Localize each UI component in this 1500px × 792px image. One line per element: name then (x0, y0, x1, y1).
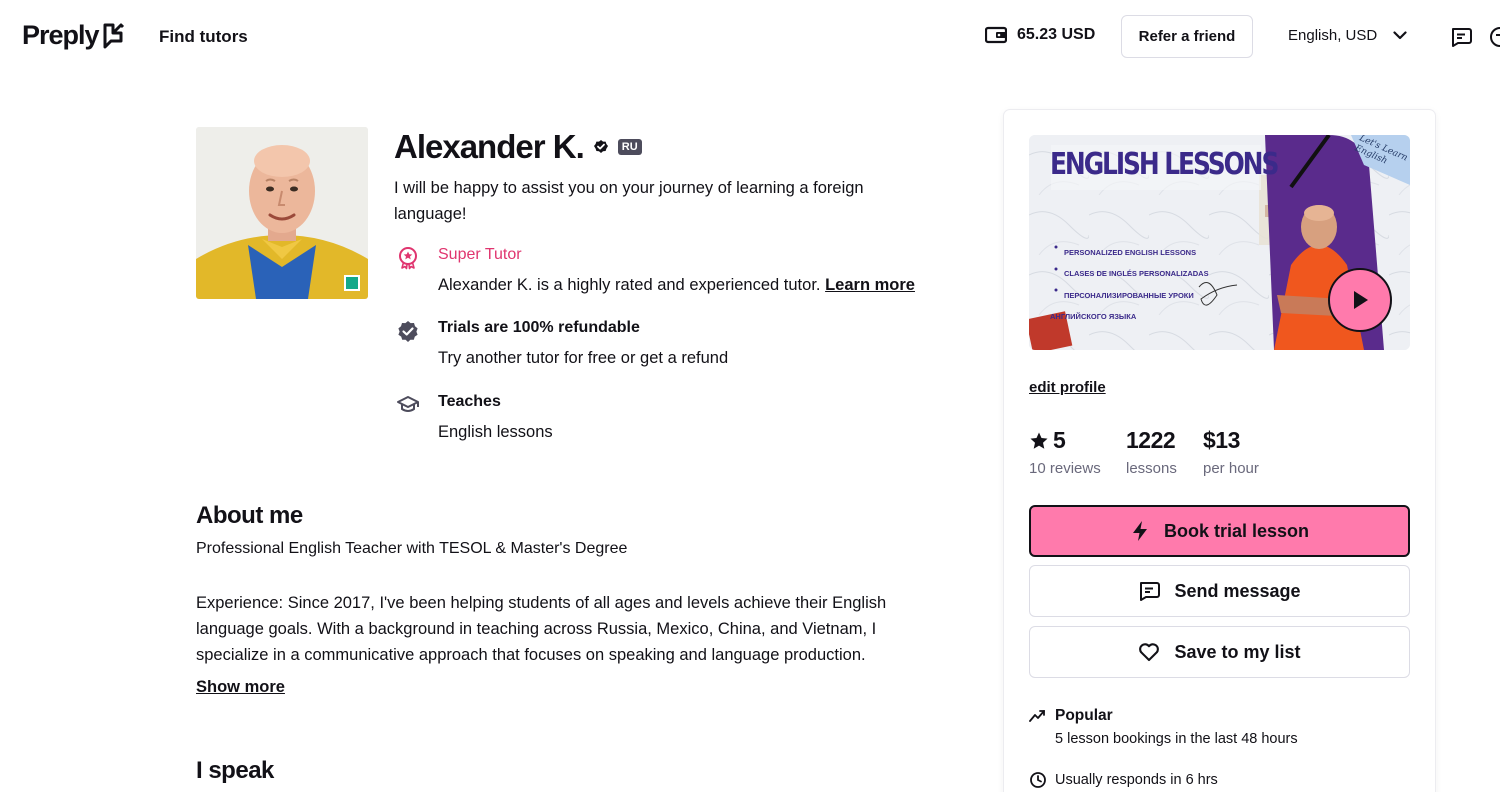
show-more-link[interactable]: Show more (196, 678, 285, 697)
video-heading: ENGLISH LESSONS (1050, 147, 1279, 182)
video-bullet: ПЕРСОНАЛИЗИРОВАННЫЕ УРОКИ (1064, 290, 1194, 300)
response-time-text: Usually responds in 6 hrs (1055, 772, 1218, 788)
preply-logo[interactable]: Preply (22, 20, 127, 51)
balance-amount: 65.23 USD (1017, 26, 1096, 43)
country-badge: RU (617, 139, 642, 155)
popular-info: Popular 5 lesson bookings in the last 48… (1029, 707, 1298, 747)
popular-desc: 5 lesson bookings in the last 48 hours (1055, 731, 1298, 747)
balance-display[interactable]: 65.23 USD (985, 26, 1095, 44)
super-tutor-desc-text: Alexander K. is a highly rated and exper… (438, 276, 821, 294)
rating-value: 5 (1053, 427, 1066, 453)
reviews-count: 10 reviews (1029, 460, 1101, 477)
about-subtitle: Professional English Teacher with TESOL … (196, 540, 628, 557)
teaches-desc: English lessons (438, 423, 553, 441)
tutor-headline: I will be happy to assist you on your jo… (394, 179, 864, 223)
wallet-icon (985, 26, 1007, 44)
book-trial-label: Book trial lesson (1163, 520, 1310, 541)
teaches-title: Teaches (438, 393, 501, 410)
play-button[interactable] (1328, 268, 1392, 332)
star-icon (1030, 432, 1048, 449)
video-bullet: CLASES DE INGLÉS PERSONALIZADAS (1064, 269, 1209, 279)
refundable-desc: Try another tutor for free or get a refu… (438, 349, 729, 367)
save-to-list-button[interactable]: Save to my list (1029, 626, 1410, 678)
video-bullet-list: PERSONALIZED ENGLISH LESSONS CLASES DE I… (1050, 242, 1209, 327)
popular-title: Popular (1055, 707, 1113, 724)
about-body: Experience: Since 2017, I've been helpin… (196, 594, 887, 664)
languages-title: I speak (196, 757, 274, 784)
message-icon (1140, 582, 1161, 601)
logo-text: Preply (22, 20, 100, 50)
booking-card: ENGLISH LESSONS Let's Learn English PERS… (1004, 110, 1435, 792)
send-message-label: Send message (1174, 580, 1301, 601)
nav-find-tutors[interactable]: Find tutors (159, 27, 248, 47)
rating-stat[interactable]: 5 10 reviews (1029, 427, 1101, 477)
lessons-label: lessons (1126, 460, 1177, 477)
tutor-name: Alexander K. (394, 128, 585, 165)
intro-video[interactable]: ENGLISH LESSONS Let's Learn English PERS… (1029, 135, 1410, 350)
language-currency-select[interactable]: English, USD (1288, 27, 1407, 44)
video-bullet: АНГЛИЙСКОГО ЯЗЫКА (1050, 311, 1137, 321)
online-indicator (344, 275, 360, 291)
lessons-stat: 1222 lessons (1126, 427, 1177, 477)
tutor-photo (196, 127, 368, 299)
refer-friend-button[interactable]: Refer a friend (1121, 15, 1253, 58)
super-tutor-icon (399, 247, 417, 270)
shield-check-icon (398, 321, 418, 342)
edit-profile-link[interactable]: edit profile (1029, 379, 1106, 396)
verified-badge-icon (593, 140, 608, 153)
chevron-down-icon (1393, 31, 1407, 40)
trending-icon (1029, 710, 1045, 722)
price-stat: $13 per hour (1203, 427, 1259, 477)
book-trial-button[interactable]: Book trial lesson (1029, 505, 1410, 557)
language-currency-label: English, USD (1288, 27, 1378, 44)
lessons-value: 1222 (1126, 427, 1176, 453)
video-bullet: PERSONALIZED ENGLISH LESSONS (1064, 248, 1197, 257)
play-icon (1354, 291, 1368, 309)
send-message-button[interactable]: Send message (1029, 565, 1410, 617)
top-header: Preply Find tutors 65.23 USD Refer a fri… (0, 0, 1500, 74)
help-icon[interactable] (1489, 26, 1500, 48)
super-tutor-desc: Alexander K. is a highly rated and exper… (438, 276, 915, 295)
save-to-list-label: Save to my list (1174, 641, 1301, 662)
price-value: $13 (1203, 427, 1240, 453)
tutor-avatar (196, 127, 368, 299)
learn-more-link[interactable]: Learn more (825, 276, 915, 294)
tutor-name-row: Alexander K. RU (394, 128, 642, 166)
response-time-info: Usually responds in 6 hrs (1029, 771, 1218, 789)
heart-icon (1139, 643, 1160, 662)
logo-mark-icon (103, 23, 124, 48)
about-title: About me (196, 502, 303, 529)
price-label: per hour (1203, 460, 1259, 477)
lightning-icon (1132, 521, 1147, 541)
super-tutor-title: Super Tutor (438, 246, 522, 263)
clock-icon (1030, 772, 1046, 788)
graduation-cap-icon (397, 396, 419, 412)
messages-icon[interactable] (1450, 27, 1472, 47)
refundable-title: Trials are 100% refundable (438, 319, 640, 336)
